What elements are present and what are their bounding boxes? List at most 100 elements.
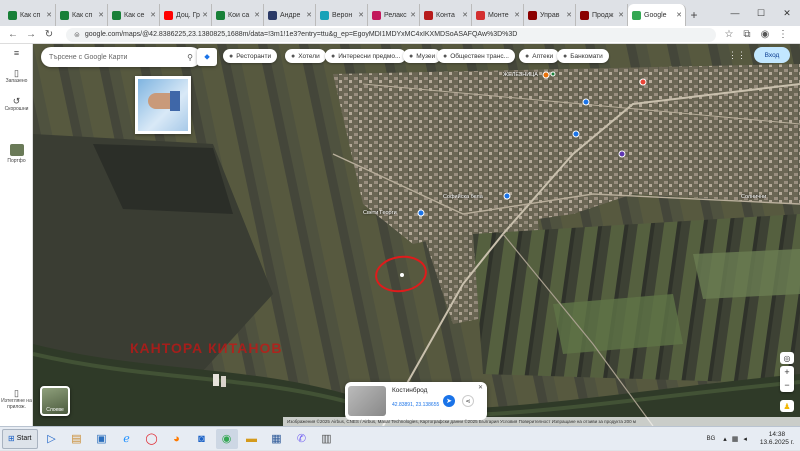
tab-close-icon[interactable]: ✕ [150,11,156,19]
map-attribution: Изображения ©2025 Airbus, CNES / Airbus,… [283,417,800,426]
sidebar-item-saved[interactable]: ▯ Запазено [0,69,33,85]
viber-icon[interactable]: ✆ [291,429,313,449]
zoom-in-button[interactable]: + [784,366,789,379]
category-chip[interactable]: ● Интересни предмо... [325,49,407,63]
close-window-icon[interactable]: ✕ [774,0,800,26]
profile-icon[interactable]: ◉ [758,28,772,42]
tab-close-icon[interactable]: ✕ [618,11,624,19]
category-chip[interactable]: ● Ресторанти [223,49,278,63]
maps-search-input[interactable]: Търсене с Google Карти ⚲ [41,47,201,67]
url-text: google.com/maps/@42.8386225,23.1380825,1… [84,31,518,38]
chrome-icon[interactable]: ◉ [215,428,238,449]
tray-arrow-icon[interactable]: ▴ [723,435,727,443]
tab-close-icon[interactable]: ✕ [306,11,312,19]
browser-tab[interactable]: Google ✕ [628,4,686,26]
my-location-icon[interactable]: ◎ [780,352,794,364]
category-chip[interactable]: ● Обществен транс... [437,49,515,63]
apps-grid-icon[interactable]: ⋮⋮ [728,50,746,61]
star-icon[interactable]: ☆ [722,28,736,42]
calculator-icon[interactable]: ▥ [316,429,338,449]
search-icon[interactable]: ⚲ [187,53,193,62]
remote-desktop-icon[interactable]: ▣ [91,429,113,449]
tab-close-icon[interactable]: ✕ [514,11,520,19]
layers-label: Слоеве [46,407,64,413]
clock[interactable]: 14:38 13.6.2025 г. [760,431,794,447]
browser-tab[interactable]: Как сп ✕ [4,4,56,26]
category-chip[interactable]: ● Хотели [285,49,326,63]
word-icon[interactable]: ◙ [191,429,213,449]
place-card[interactable]: Костинброд 42.83891, 23.138655 ➤ ⋖ ✕ [345,382,487,420]
site-info-icon[interactable]: ⊜ [74,31,80,39]
place-thumbnail [9,144,24,156]
browser-tab[interactable]: Конта ✕ [420,4,472,26]
tab-close-icon[interactable]: ✕ [566,11,572,19]
sidebar-item-recents[interactable]: ↺ Скорошни [0,97,33,113]
tab-close-icon[interactable]: ✕ [410,11,416,19]
map-label-area: Солнични [741,194,767,200]
browser-tab[interactable]: Доц. Гр ✕ [160,4,212,26]
photo-thumbnail[interactable] [135,76,191,134]
atm-icon: ● [563,52,568,60]
tab-label: Андре [280,11,301,19]
browser-tab[interactable]: Монте ✕ [472,4,524,26]
opera-icon[interactable]: ◯ [141,429,163,449]
category-chip[interactable]: ● Аптеки [519,49,560,63]
sidebar-item-recent-place[interactable]: Портфо [0,144,33,164]
tab-close-icon[interactable]: ✕ [202,11,208,19]
browser-tab[interactable]: Релакс ✕ [368,4,420,26]
category-chip[interactable]: ● Банкомати [557,49,609,63]
watermark-text: КАНТОРА КИТАНОВ [130,340,283,356]
search-placeholder: Търсене с Google Карти [49,53,128,61]
close-icon[interactable]: ✕ [478,384,483,391]
browser-tab[interactable]: Верон ✕ [316,4,368,26]
tab-close-icon[interactable]: ✕ [676,11,682,19]
browser-tab[interactable]: Кои са ✕ [212,4,264,26]
tab-close-icon[interactable]: ✕ [254,11,260,19]
street-view-pegman-icon[interactable]: ♟ [780,400,794,412]
language-indicator[interactable]: BG [707,436,716,442]
browser-tab[interactable]: Управ ✕ [524,4,576,26]
tab-close-icon[interactable]: ✕ [358,11,364,19]
firefox-icon[interactable]: ◕ [166,429,188,449]
directions-button[interactable]: ⬥ [197,48,217,66]
back-icon[interactable]: ← [6,28,20,42]
tab-close-icon[interactable]: ✕ [98,11,104,19]
tab-close-icon[interactable]: ✕ [46,11,52,19]
chip-label: Музеи [416,52,436,60]
volume-icon[interactable]: ◂ [743,435,747,443]
sidebar-item-get-app[interactable]: ▯ Изтегляне на прилож. [0,389,33,411]
listing-photo [138,79,188,131]
place-coordinates[interactable]: 42.83891, 23.138655 [392,402,439,408]
browser-tab[interactable]: Как се ✕ [108,4,160,26]
satellite-map[interactable]: ЖЕЛЕЗНИЦА Свети Георги Софийска бела Сол… [33,44,800,426]
start-button[interactable]: ⊞ Start [2,428,38,449]
reload-icon[interactable]: ↻ [42,28,56,42]
browser-tab-strip: Как сп ✕ Как сп ✕ Как се ✕ Доц. Гр ✕ Кои са ✕ Андр… [0,0,800,26]
folder-icon[interactable]: ▬ [241,429,263,449]
browser-tab[interactable]: Как сп ✕ [56,4,108,26]
new-tab-button[interactable]: + [686,4,702,26]
directions-icon[interactable]: ➤ [443,395,455,407]
tab-close-icon[interactable]: ✕ [462,11,468,19]
minimize-icon[interactable]: — [722,0,748,26]
tab-label: Релакс [384,11,407,19]
network-icon[interactable]: ▦ [732,435,739,443]
menu-icon[interactable]: ⋮ [776,28,790,42]
browser-tab[interactable]: Андре ✕ [264,4,316,26]
browser-toolbar: ← → ↻ ⊜ google.com/maps/@42.8386225,23.1… [0,26,800,44]
document-icon[interactable]: ▦ [266,429,288,449]
category-chip[interactable]: ● Музеи [403,49,442,63]
internet-explorer-icon[interactable]: ℯ [116,429,138,449]
sidebar-menu-button[interactable]: ≡ [0,49,33,58]
forward-icon[interactable]: → [24,28,38,42]
share-icon[interactable]: ⋖ [462,395,474,407]
zoom-out-button[interactable]: − [784,379,789,392]
maximize-icon[interactable]: ☐ [748,0,774,26]
media-player-icon[interactable]: ▷ [41,429,63,449]
sign-in-button[interactable]: Вход [754,47,790,63]
layers-toggle[interactable]: Слоеве [40,386,70,416]
extensions-icon[interactable]: ⧉ [740,28,754,42]
file-explorer-icon[interactable]: ▤ [66,429,88,449]
address-bar[interactable]: ⊜ google.com/maps/@42.8386225,23.1380825… [66,27,716,42]
browser-tab[interactable]: Продж ✕ [576,4,628,26]
